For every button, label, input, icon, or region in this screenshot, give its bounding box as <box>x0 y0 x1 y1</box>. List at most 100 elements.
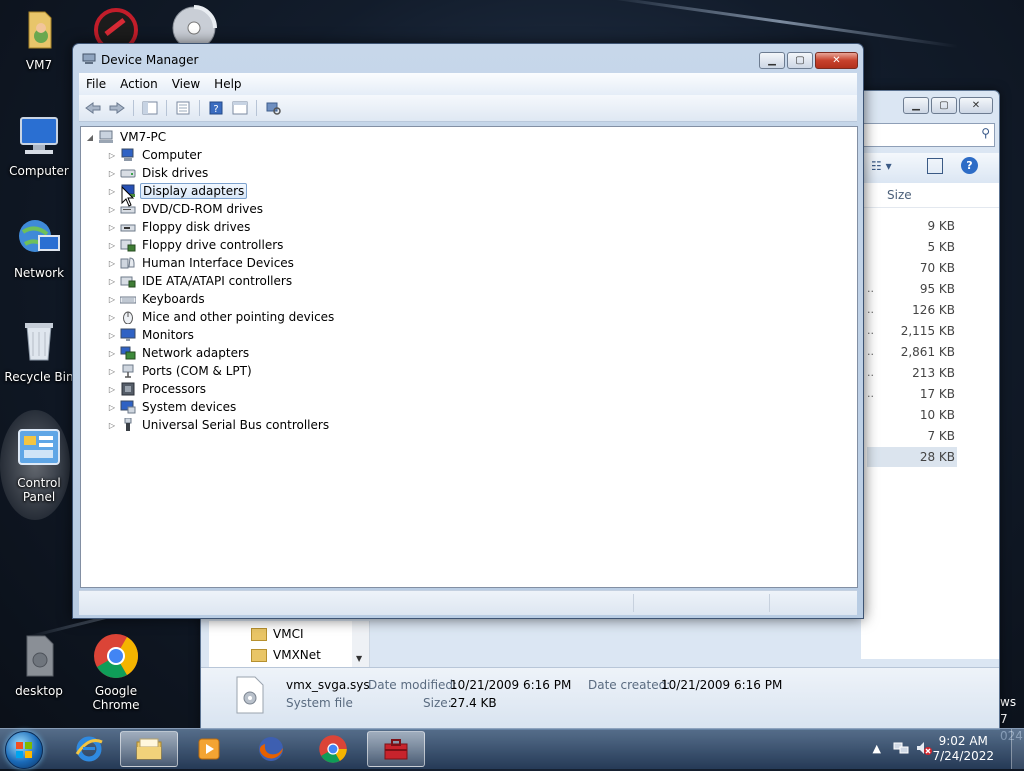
desktop-icon-vm7[interactable]: VM7 <box>1 6 77 72</box>
file-size: 28 KB <box>919 450 955 464</box>
tree-item-floppy-disk-drives[interactable]: ▷ Floppy disk drives <box>107 218 252 236</box>
floppy-controller-icon <box>120 238 136 252</box>
tree-item-label: Network adapters <box>142 346 250 360</box>
nav-item-vmxnet[interactable]: VMXNet <box>251 648 321 662</box>
tree-item-human-interface-devices[interactable]: ▷ Human Interface Devices <box>107 254 296 272</box>
properties-icon[interactable] <box>173 99 193 117</box>
expand-icon[interactable]: ▷ <box>107 169 117 178</box>
preview-pane-icon[interactable] <box>927 158 943 174</box>
taskbar-windows-explorer[interactable] <box>120 731 178 767</box>
minimize-button[interactable]: ▁ <box>759 52 785 69</box>
action-pane-icon[interactable] <box>230 99 250 117</box>
network-tray-icon[interactable] <box>893 741 909 758</box>
expand-icon[interactable]: ▷ <box>107 331 117 340</box>
desktop-icon-chrome[interactable]: Google Chrome <box>78 632 154 712</box>
scroll-down-icon[interactable]: ▼ <box>356 654 362 663</box>
expand-icon[interactable]: ▷ <box>107 205 117 214</box>
tree-root-vm7-pc[interactable]: ◢ VM7-PC <box>85 128 168 146</box>
tree-item-network-adapters[interactable]: ▷ Network adapters <box>107 344 251 362</box>
system-clock[interactable]: 9:02 AM 7/24/2022 <box>932 734 994 764</box>
explorer-command-bar: ☷ ▾ ? <box>861 153 999 183</box>
expand-icon[interactable]: ▷ <box>107 421 117 430</box>
show-hidden-icons[interactable]: ▲ <box>873 742 881 755</box>
desktop-icon-network[interactable]: Network <box>1 214 77 280</box>
details-date-created: 10/21/2009 6:16 PM <box>661 678 783 692</box>
truncation-dots: .. <box>867 387 874 400</box>
file-list[interactable]: Size 9 KB 5 KB 70 KB 95 KB 126 KB 2,115 … <box>861 183 999 659</box>
device-manager-window[interactable]: Device Manager ▁ ▢ ✕ File Action View He… <box>72 43 864 619</box>
views-icon[interactable]: ☷ ▾ <box>871 159 892 173</box>
navigation-pane[interactable]: VMCI VMXNet ▼ <box>209 621 370 667</box>
taskbar-chrome[interactable] <box>304 731 362 767</box>
device-tree[interactable]: ◢ VM7-PC ▷ Computer ▷ Disk drives ▷ Display a… <box>80 126 858 588</box>
help-icon[interactable]: ? <box>206 99 226 117</box>
tree-item-ide-ata-atapi-controllers[interactable]: ▷ IDE ATA/ATAPI controllers <box>107 272 294 290</box>
expand-icon[interactable]: ▷ <box>107 367 117 376</box>
scan-hardware-icon[interactable] <box>263 99 283 117</box>
tree-item-monitors[interactable]: ▷ Monitors <box>107 326 196 344</box>
tree-item-universal-serial-bus-controllers[interactable]: ▷ Universal Serial Bus controllers <box>107 416 331 434</box>
tree-item-disk-drives[interactable]: ▷ Disk drives <box>107 164 210 182</box>
expand-icon[interactable]: ▷ <box>107 259 117 268</box>
minimize-button[interactable]: ▁ <box>903 97 929 114</box>
windows-explorer-icon <box>136 738 162 760</box>
taskbar-media-player[interactable] <box>180 731 238 767</box>
desktop-icon-control-panel[interactable]: Control Panel <box>1 424 77 504</box>
close-button[interactable]: ✕ <box>815 52 858 69</box>
show-desktop-button[interactable] <box>1011 729 1024 769</box>
menu-file[interactable]: File <box>79 77 113 91</box>
desktop-icon-computer[interactable]: Computer <box>1 112 77 178</box>
menu-action[interactable]: Action <box>113 77 165 91</box>
monitor-icon <box>120 328 136 342</box>
maximize-button[interactable]: ▢ <box>787 52 813 69</box>
show-hide-tree-icon[interactable] <box>140 99 160 117</box>
tree-item-keyboards[interactable]: ▷ Keyboards <box>107 290 207 308</box>
expand-icon[interactable]: ▷ <box>107 277 117 286</box>
volume-muted-icon[interactable] <box>916 741 932 758</box>
tree-item-processors[interactable]: ▷ Processors <box>107 380 208 398</box>
expand-icon[interactable]: ▷ <box>107 241 117 250</box>
maximize-button[interactable]: ▢ <box>931 97 957 114</box>
tree-item-mice-and-other-pointing-devices[interactable]: ▷ Mice and other pointing devices <box>107 308 336 326</box>
details-filename: vmx_svga.sys <box>286 678 370 692</box>
menu-help[interactable]: Help <box>207 77 248 91</box>
expand-icon[interactable]: ▷ <box>107 313 117 322</box>
expand-icon[interactable]: ▷ <box>107 385 117 394</box>
ide-controller-icon <box>120 274 136 288</box>
start-button[interactable] <box>5 731 43 769</box>
taskbar: ▲ 9:02 AM 7/24/2022 <box>0 728 1024 769</box>
title-bar[interactable]: Device Manager ▁ ▢ ✕ <box>73 44 863 74</box>
tree-item-ports-com-lpt[interactable]: ▷ Ports (COM & LPT) <box>107 362 254 380</box>
file-size: 95 KB <box>919 282 955 296</box>
search-box[interactable]: ⚲ <box>861 123 995 147</box>
help-icon[interactable]: ? <box>961 157 978 174</box>
desktop-icon-desktop[interactable]: desktop <box>1 632 77 698</box>
taskbar-device-manager[interactable] <box>367 731 425 767</box>
desktop-icon-recycle-bin[interactable]: Recycle Bin <box>1 318 77 384</box>
tree-item-computer[interactable]: ▷ Computer <box>107 146 204 164</box>
close-button[interactable]: ✕ <box>959 97 993 114</box>
expand-icon[interactable]: ▷ <box>107 151 117 160</box>
expand-icon[interactable]: ▷ <box>107 349 117 358</box>
nav-item-vmci[interactable]: VMCI <box>251 627 303 641</box>
toolbar-separator <box>256 100 257 116</box>
column-header-size[interactable]: Size <box>861 183 999 208</box>
folder-icon <box>251 627 267 641</box>
recycle-bin-icon <box>15 318 63 366</box>
tree-item-floppy-drive-controllers[interactable]: ▷ Floppy drive controllers <box>107 236 285 254</box>
expand-icon[interactable]: ▷ <box>107 187 117 196</box>
taskbar-internet-explorer[interactable] <box>60 731 118 767</box>
internet-explorer-icon <box>75 736 103 762</box>
taskbar-firefox[interactable] <box>242 731 300 767</box>
collapse-icon[interactable]: ◢ <box>85 133 95 142</box>
expand-icon[interactable]: ▷ <box>107 223 117 232</box>
back-arrow-icon[interactable] <box>83 99 103 117</box>
expand-icon[interactable]: ▷ <box>107 295 117 304</box>
nav-scrollbar[interactable]: ▼ <box>352 621 369 667</box>
tree-item-system-devices[interactable]: ▷ System devices <box>107 398 238 416</box>
forward-arrow-icon[interactable] <box>107 99 127 117</box>
tree-item-label: DVD/CD-ROM drives <box>142 202 264 216</box>
expand-icon[interactable]: ▷ <box>107 403 117 412</box>
menu-view[interactable]: View <box>165 77 207 91</box>
tree-item-label: Universal Serial Bus controllers <box>142 418 330 432</box>
